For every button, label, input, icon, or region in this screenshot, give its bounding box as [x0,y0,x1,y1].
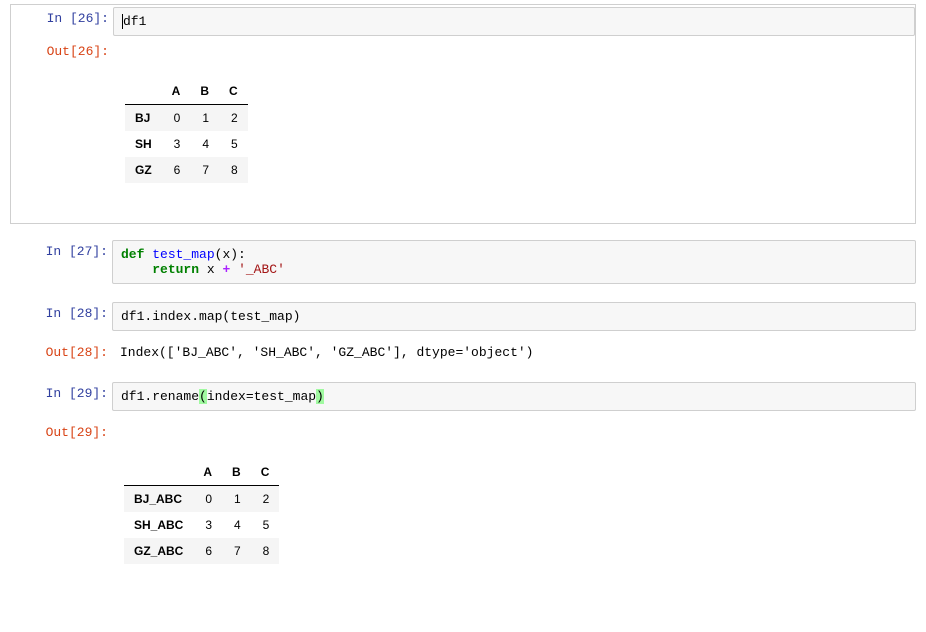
expr-sp [230,262,238,277]
cell-28-input-row: In [28]: df1.index.map(test_map) [10,300,916,333]
cell-28-output: Index(['BJ_ABC', 'SH_ABC', 'GZ_ABC'], dt… [112,339,916,366]
code-pre: df1.rename [121,389,199,404]
cell-val: 7 [222,538,251,564]
lparen: ( [199,389,207,404]
cell-val: 6 [193,538,222,564]
cell-val: 4 [190,131,219,157]
cell-val: 1 [190,105,219,132]
kw-return: return [152,262,199,277]
col-C: C [219,78,248,105]
code-text: df1.index.map(test_map) [121,309,300,324]
cell-27-input-row: In [27]: def test_map(x): return x + '_A… [10,238,916,286]
cell-val: 7 [190,157,219,183]
cell-26-output: A B C BJ 0 1 2 SH [113,38,915,223]
cell-val: 2 [219,105,248,132]
cell-29-out-prompt: Out[29]: [10,419,112,446]
cell-val: 3 [162,131,191,157]
df1-table: A B C BJ 0 1 2 SH [125,78,248,183]
cell-26-output-row: Out[26]: A B C BJ 0 [11,38,915,223]
cell-29-output: A B C BJ_ABC 0 1 2 SH_ABC 3 4 [112,419,916,604]
cell-val: 8 [219,157,248,183]
code-text: df1 [123,14,146,29]
corner-blank [124,459,193,486]
cell-28-code[interactable]: df1.index.map(test_map) [112,302,916,331]
table-row: SH 3 4 5 [125,131,248,157]
cell-29-code[interactable]: df1.rename(index=test_map) [112,382,916,411]
cell-val: 2 [251,486,280,513]
cell-val: 1 [222,486,251,513]
cell-26-code[interactable]: df1 [113,7,915,36]
fn-name: test_map [152,247,214,262]
cell-26-input-row: In [26]: df1 [11,5,915,38]
cell-27-in-prompt: In [27]: [10,238,112,265]
cell-27-code[interactable]: def test_map(x): return x + '_ABC' [112,240,916,284]
row-idx: BJ_ABC [124,486,193,513]
table-row: BJ_ABC 0 1 2 [124,486,279,513]
col-C: C [251,459,280,486]
cell-26-in-prompt: In [26]: [11,5,113,32]
cell-26: In [26]: df1 Out[26]: A B C [10,4,916,224]
row-idx: SH [125,131,162,157]
expr-pre: x [199,262,222,277]
rparen: ) [316,389,324,404]
cell-28-output-row: Out[28]: Index(['BJ_ABC', 'SH_ABC', 'GZ_… [10,339,916,366]
cell-val: 0 [193,486,222,513]
str-literal: '_ABC' [238,262,285,277]
sig: (x): [215,247,246,262]
cell-val: 6 [162,157,191,183]
table-row: GZ_ABC 6 7 8 [124,538,279,564]
table-row: BJ 0 1 2 [125,105,248,132]
col-A: A [193,459,222,486]
cell-29-output-row: Out[29]: A B C BJ_ABC 0 1 2 [10,419,916,604]
cell-26-out-prompt: Out[26]: [11,38,113,65]
kw-def: def [121,247,144,262]
cell-29-in-prompt: In [29]: [10,380,112,407]
row-idx: GZ [125,157,162,183]
col-A: A [162,78,191,105]
indent [121,262,152,277]
table-row: GZ 6 7 8 [125,157,248,183]
cell-29-input-row: In [29]: df1.rename(index=test_map) [10,380,916,413]
cell-val: 5 [219,131,248,157]
row-idx: BJ [125,105,162,132]
notebook-container: In [26]: df1 Out[26]: A B C [0,0,926,632]
args: index=test_map [207,389,316,404]
col-B: B [190,78,219,105]
cell-val: 8 [251,538,280,564]
cell-28-in-prompt: In [28]: [10,300,112,327]
cell-28-out-prompt: Out[28]: [10,339,112,366]
corner-blank [125,78,162,105]
row-idx: GZ_ABC [124,538,193,564]
col-B: B [222,459,251,486]
df1-renamed-table: A B C BJ_ABC 0 1 2 SH_ABC 3 4 [124,459,279,564]
cell-val: 0 [162,105,191,132]
